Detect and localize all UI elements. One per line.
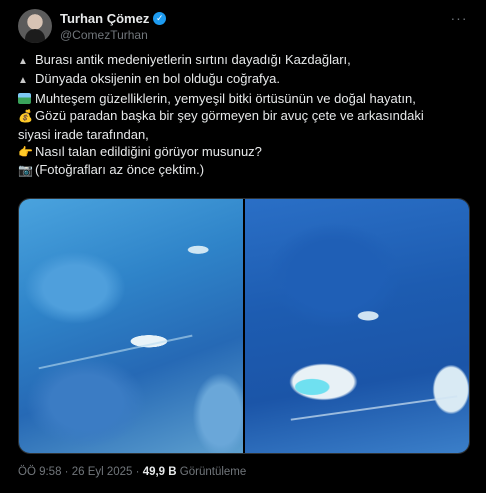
tweet-card: Turhan Çömez ✓ @ComezTurhan ··· ▲ Burası … [0, 0, 486, 493]
tweet-date[interactable]: 26 Eyl 2025 [72, 466, 133, 478]
tweet-line: Muhteşem güzelliklerin, yemyeşil bitki ö… [18, 90, 470, 107]
mountain-icon: ▲ [18, 75, 28, 87]
tweet-media [18, 198, 470, 454]
pointing-hand-icon: 👉 [18, 145, 33, 160]
avatar[interactable] [18, 9, 52, 43]
tweet-line-text: (Fotoğrafları az önce çektim.) [35, 162, 205, 178]
tweet-meta: ÖÖ 9:58 · 26 Eyl 2025 · 49,9 B Görüntüle… [18, 466, 246, 478]
aerial-photo-1[interactable] [19, 199, 243, 453]
meta-separator: · [132, 466, 143, 478]
money-bag-icon: 💰 [18, 109, 33, 124]
tweet-line: siyasi irade tarafından, [18, 126, 470, 143]
mountain-icon: ▲ [18, 56, 28, 67]
author-handle[interactable]: @ComezTurhan [60, 28, 148, 42]
tweet-line-text: Dünyada oksijenin en bol olduğu coğrafya… [35, 71, 281, 87]
tweet-line-text: Muhteşem güzelliklerin, yemyeşil bitki ö… [35, 90, 416, 106]
tweet-line-text: Burası antik medeniyetlerin sırtını daya… [35, 52, 351, 67]
tweet-line-text: Gözü paradan başka bir şey görmeyen bir … [35, 108, 424, 124]
tweet-line: 📷 (Fotoğrafları az önce çektim.) [18, 161, 470, 179]
tweet-text: ▲ Burası antik medeniyetlerin sırtını day… [18, 51, 470, 180]
author-name[interactable]: Turhan Çömez [60, 11, 149, 26]
tweet-time[interactable]: ÖÖ 9:58 [18, 466, 61, 478]
tweet-line: ▲ Burası antik medeniyetlerin sırtını day… [18, 51, 470, 70]
tweet-line: 💰 Gözü paradan başka bir şey görmeyen bir… [18, 107, 470, 125]
meta-separator: · [61, 466, 72, 478]
tweet-line: ▲ Dünyada oksijenin en bol olduğu coğrafy… [18, 70, 470, 89]
national-park-icon [18, 92, 31, 104]
tweet-line-text: siyasi irade tarafından, [18, 126, 149, 142]
tweet-header: Turhan Çömez ✓ @ComezTurhan ··· [18, 9, 470, 45]
views-label: Görüntüleme [179, 466, 247, 478]
views-count: 49,9 B [142, 466, 177, 478]
aerial-photo-2[interactable] [245, 199, 469, 453]
check-badge-icon: ✓ [153, 12, 167, 25]
more-options-icon[interactable]: ··· [448, 11, 470, 27]
tweet-line-text: Nasıl talan edildiğini görüyor musunuz? [35, 144, 262, 160]
tweet-line: 👉 Nasıl talan edildiğini görüyor musunuz? [18, 143, 470, 161]
camera-icon: 📷 [18, 163, 33, 178]
author-name-row[interactable]: Turhan Çömez ✓ [60, 11, 167, 26]
